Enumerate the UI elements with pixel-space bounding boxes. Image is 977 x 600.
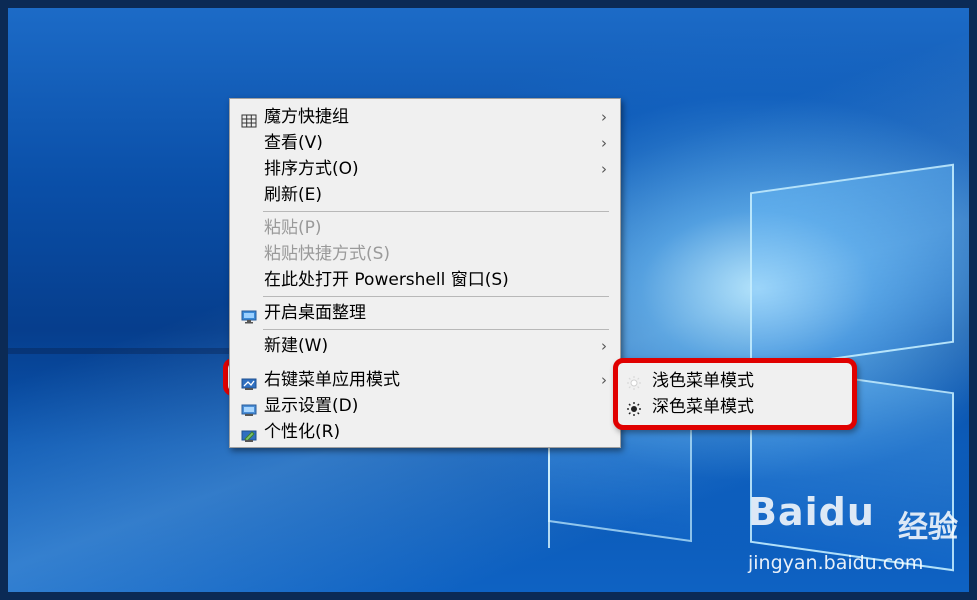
submenu-item-label: 浅色菜单模式 [652,371,754,391]
menu-item-refresh[interactable]: 刷新(E) [231,182,619,208]
menu-item-right-click-mode[interactable]: 右键菜单应用模式 › [231,367,619,393]
chevron-right-icon: › [601,134,607,152]
menu-item-label: 右键菜单应用模式 [264,370,400,390]
baidu-logo: Baidu [748,490,875,534]
menu-item-personalize[interactable]: 个性化(R) [231,419,619,445]
menu-item-label: 个性化(R) [264,422,341,442]
menu-item-label: 查看(V) [264,133,323,153]
chevron-right-icon: › [601,337,607,355]
menu-item-paste[interactable]: 粘贴(P) [231,215,619,241]
menu-item-display-settings[interactable]: 显示设置(D) [231,393,619,419]
menu-separator [263,329,609,330]
monitor-icon [241,306,257,324]
menu-item-open-powershell[interactable]: 在此处打开 Powershell 窗口(S) [231,267,619,293]
menu-separator [263,296,609,297]
menu-item-label: 粘贴(P) [264,218,322,238]
menu-item-label: 在此处打开 Powershell 窗口(S) [264,270,509,290]
menu-item-mofang-shortcut[interactable]: 魔方快捷组 › [231,104,619,130]
menu-item-label: 粘贴快捷方式(S) [264,244,391,264]
light-sun-icon [626,373,642,390]
submenu-menu-mode: 浅色菜单模式 深色菜单模式 [613,358,857,430]
grid-icon [241,110,257,128]
context-menu: 魔方快捷组 › 查看(V) › 排序方式(O) › 刷新(E) 粘贴(P) 粘贴… [229,98,621,448]
chevron-right-icon: › [601,108,607,126]
watermark-url: jingyan.baidu.com [748,552,924,574]
menu-item-label: 显示设置(D) [264,396,359,416]
personalize-icon [241,425,257,442]
menu-item-label: 刷新(E) [264,185,323,205]
chevron-right-icon: › [601,371,607,389]
submenu-item-label: 深色菜单模式 [652,397,754,417]
menu-item-desktop-organize[interactable]: 开启桌面整理 [231,300,619,326]
menu-item-label: 新建(W) [264,336,329,356]
chevron-right-icon: › [601,160,607,178]
menu-item-label: 排序方式(O) [264,159,359,179]
display-icon [241,399,257,416]
menu-item-paste-shortcut[interactable]: 粘贴快捷方式(S) [231,241,619,267]
menu-item-label: 开启桌面整理 [264,303,366,323]
display-icon [241,373,257,390]
menu-item-view[interactable]: 查看(V) › [231,130,619,156]
watermark-text: 经验 [898,510,958,545]
menu-item-new[interactable]: 新建(W) › [231,333,619,359]
wallpaper-window-pane [750,163,954,372]
menu-item-sort-by[interactable]: 排序方式(O) › [231,156,619,182]
menu-separator [263,211,609,212]
baidu-watermark: Baidu 经验 jingyan.baidu.com [748,490,968,580]
menu-item-label: 魔方快捷组 [264,107,349,127]
dark-sun-icon [626,399,642,416]
